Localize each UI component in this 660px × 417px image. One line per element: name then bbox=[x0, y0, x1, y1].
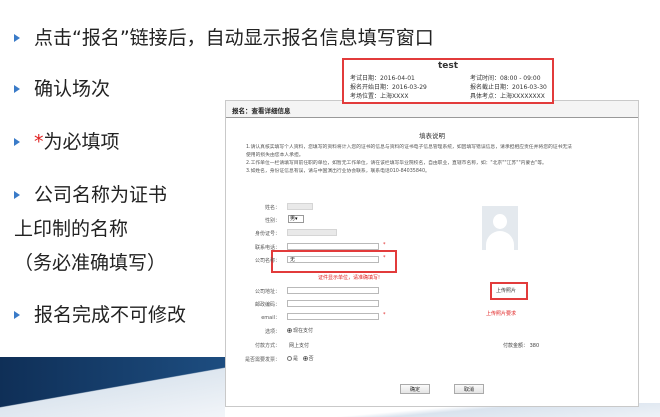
bullet-5: 报名完成不可修改 bbox=[14, 302, 186, 328]
address-label: 公司地址： bbox=[254, 289, 280, 295]
bullet-4-line2: 上印制的名称 bbox=[14, 218, 129, 240]
company-error-message: 证件显示单位，请准确填写! bbox=[318, 275, 381, 281]
note-line: 2.工作单位一栏请填写目前任职的单位，如暂无工作单位，请在该栏填写毕业院校名，自… bbox=[246, 161, 547, 166]
bullet-4-line3: （务必准确填写） bbox=[14, 252, 167, 274]
reg-end-date: 报名截止日期：2016-03-30 bbox=[470, 84, 547, 91]
invoice-no-radio[interactable] bbox=[302, 356, 308, 361]
avatar-head-shape bbox=[493, 214, 507, 229]
confirm-button[interactable]: 确定 bbox=[400, 384, 430, 394]
window-title: 报名：查看详细信息 bbox=[232, 107, 291, 115]
bullet-arrow-icon bbox=[14, 138, 20, 146]
photo-placeholder bbox=[482, 206, 518, 250]
invoice-no-text: 否 bbox=[308, 356, 314, 362]
upload-photo-tip: 上传照片要求 bbox=[486, 311, 517, 317]
bullet-arrow-icon bbox=[14, 34, 20, 42]
required-star: * bbox=[34, 131, 44, 153]
upload-photo-button[interactable]: 上传照片 bbox=[490, 282, 528, 300]
avatar-body-shape bbox=[486, 231, 514, 250]
note-line: 使用的损失由您本人承担。 bbox=[246, 153, 304, 158]
bullet-arrow-icon bbox=[14, 85, 20, 93]
fill-instructions: 1.请认真核实填写个人资料，您填写的资料将计入您的证书的信息与资料的证书电子信息… bbox=[246, 144, 631, 176]
exam-location: 考场位置：上海XXXX bbox=[350, 93, 409, 100]
exam-time: 考试时间：08:00 - 09:00 bbox=[470, 75, 541, 82]
gender-label: 性别： bbox=[264, 218, 280, 224]
company-value: 无 bbox=[290, 257, 296, 263]
email-input[interactable] bbox=[287, 313, 379, 320]
reg-start-date: 报名开始日期：2016-03-29 bbox=[350, 84, 427, 91]
gender-select[interactable]: 男▾ bbox=[288, 215, 304, 223]
invoice-label: 是否需要发票： bbox=[244, 357, 280, 363]
invoice-yes-radio[interactable] bbox=[287, 356, 292, 361]
exam-date: 考试日期：2016-04-01 bbox=[350, 75, 415, 82]
company-input[interactable]: 无 bbox=[287, 256, 379, 263]
exam-info-popup: test 考试日期：2016-04-01 考试时间：08:00 - 09:00 … bbox=[342, 58, 554, 104]
info-row: 报名开始日期：2016-03-29 报名截止日期：2016-03-30 bbox=[350, 82, 547, 91]
pay-now-option[interactable]: 现在支付 bbox=[287, 327, 313, 334]
pay-now-radio[interactable] bbox=[287, 328, 292, 333]
phone-required-mark: * bbox=[383, 242, 386, 248]
name-field[interactable] bbox=[287, 203, 313, 210]
slide-corner-light bbox=[0, 357, 225, 417]
id-field[interactable] bbox=[287, 229, 337, 236]
bullet-3: *为必填项 bbox=[14, 129, 120, 155]
amount-value: 付款金额： 380 bbox=[503, 343, 540, 349]
company-label: 公司名称： bbox=[254, 258, 280, 264]
note-line: 3.如姓名，身份证信息有误，请与中国演出行业协会联系，联系电话010-84035… bbox=[246, 169, 430, 174]
bullet-text: 报名完成不可修改 bbox=[34, 304, 187, 326]
gender-value: 男 bbox=[290, 216, 296, 222]
email-required-mark: * bbox=[383, 312, 386, 318]
postcode-label: 邮政编码： bbox=[254, 302, 280, 308]
info-row: 考场位置：上海XXXX 具体考点：上海XXXXXXXX bbox=[350, 91, 546, 100]
bullet-text: 公司名称为证书 bbox=[34, 184, 168, 206]
info-row: 考试日期：2016-04-01 考试时间：08:00 - 09:00 bbox=[350, 73, 546, 82]
invoice-options: 是 否 bbox=[287, 355, 314, 362]
postcode-input[interactable] bbox=[287, 300, 379, 307]
name-label: 姓名： bbox=[264, 205, 280, 211]
cancel-button[interactable]: 取消 bbox=[454, 384, 484, 394]
option-label: 选项： bbox=[264, 329, 280, 335]
email-label: email： bbox=[261, 315, 280, 321]
bullet-1: 点击“报名”链接后，自动显示报名信息填写窗口 bbox=[14, 25, 434, 51]
bullet-text: 点击“报名”链接后，自动显示报名信息填写窗口 bbox=[34, 27, 434, 49]
bullet-arrow-icon bbox=[14, 191, 20, 199]
bullet-arrow-icon bbox=[14, 311, 20, 319]
pay-now-text: 现在支付 bbox=[293, 328, 314, 334]
exam-address: 具体考点：上海XXXXXXXX bbox=[470, 93, 545, 100]
company-required-mark: * bbox=[383, 255, 386, 261]
pay-method-value: 网上支付 bbox=[289, 343, 310, 349]
upload-photo-label: 上传照片 bbox=[496, 288, 517, 294]
bullet-text: 为必填项 bbox=[43, 131, 120, 153]
pay-method-label: 付款方式： bbox=[254, 343, 280, 349]
phone-input[interactable] bbox=[287, 243, 379, 250]
bullet-2: 确认场次 bbox=[14, 76, 110, 102]
bullet-text: 确认场次 bbox=[34, 78, 111, 100]
id-label: 身份证号： bbox=[254, 231, 280, 237]
invoice-yes-text: 是 bbox=[293, 356, 299, 362]
address-input[interactable] bbox=[287, 287, 379, 294]
note-line: 1.请认真核实填写个人资料，您填写的资料将计入您的证书的信息与资料的证书电子信息… bbox=[246, 145, 572, 150]
fill-instructions-title: 填表说明 bbox=[419, 132, 445, 140]
bullet-4: 公司名称为证书 bbox=[14, 182, 167, 208]
exam-title: test bbox=[437, 61, 459, 71]
